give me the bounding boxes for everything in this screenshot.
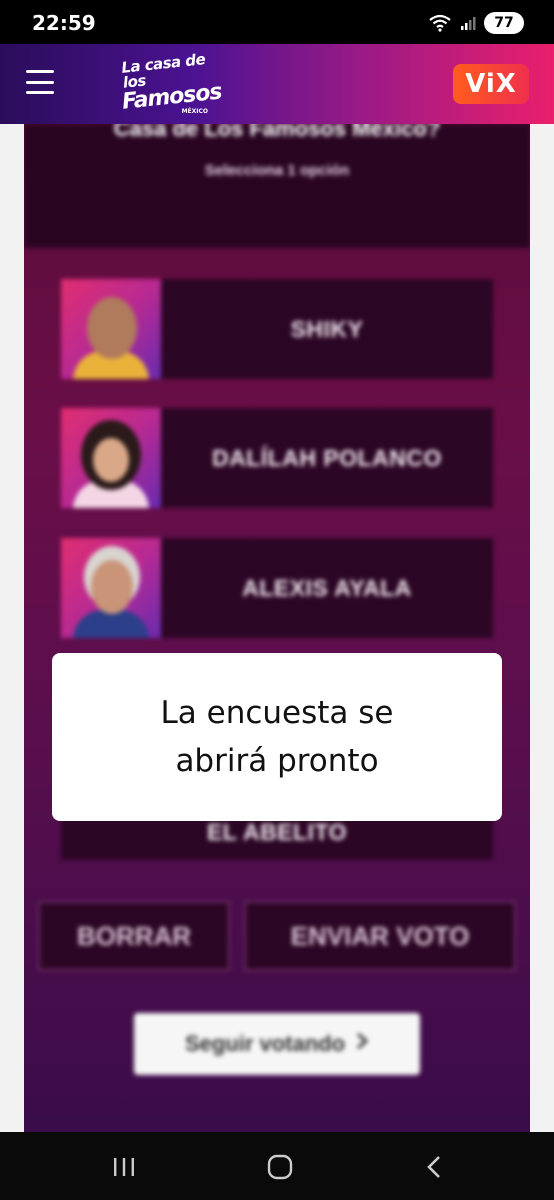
poll-option-alexis-ayala[interactable]: ALEXIS AYALA — [61, 538, 493, 638]
status-bar: 22:59 77 — [0, 0, 554, 44]
poll-subtitle: Selecciona 1 opción — [204, 162, 350, 179]
poll-option-dalilah-polanco[interactable]: DALÍLAH POLANCO — [61, 408, 493, 508]
app-header: La casa de los Famosos MÉXICO ViX — [0, 44, 554, 124]
home-icon[interactable] — [250, 1150, 310, 1184]
recent-apps-icon[interactable] — [94, 1150, 154, 1184]
submit-vote-button[interactable]: ENVIAR VOTO — [244, 901, 516, 971]
poll-closed-dialog: La encuesta se abrirá pronto — [52, 653, 502, 821]
system-nav-bar — [0, 1132, 554, 1200]
option-label: ALEXIS AYALA — [161, 538, 493, 638]
dialog-message-line1: La encuesta se — [160, 695, 394, 731]
continue-voting-button[interactable]: Seguir votando — [134, 1013, 420, 1075]
contestant-photo — [61, 408, 161, 508]
status-icons: 77 — [428, 12, 524, 34]
contestant-photo — [61, 538, 161, 638]
wifi-icon — [428, 14, 452, 32]
poll-option-shiky[interactable]: SHIKY — [61, 279, 493, 379]
poll-header: Casa de Los Famosos México? Selecciona 1… — [24, 124, 530, 248]
signal-icon — [460, 15, 476, 31]
option-label: SHIKY — [161, 279, 493, 379]
vix-logo[interactable]: ViX — [453, 64, 529, 104]
contestant-photo — [61, 279, 161, 379]
status-time: 22:59 — [32, 11, 96, 35]
poll-title: Casa de Los Famosos México? — [113, 124, 441, 141]
back-icon[interactable] — [404, 1150, 464, 1184]
hamburger-menu-icon[interactable] — [26, 70, 54, 94]
clear-button[interactable]: BORRAR — [38, 901, 230, 971]
brand-logo[interactable]: La casa de los Famosos MÉXICO — [120, 50, 222, 115]
option-label: DALÍLAH POLANCO — [161, 408, 493, 508]
continue-voting-label: Seguir votando — [184, 1031, 346, 1056]
poll-card: Casa de Los Famosos México? Selecciona 1… — [24, 124, 530, 1132]
dialog-message-line2: abrirá pronto — [175, 743, 379, 779]
dialog-message: La encuesta se abrirá pronto — [161, 689, 394, 785]
chevron-right-icon — [355, 1031, 369, 1057]
battery-icon: 77 — [484, 12, 524, 34]
